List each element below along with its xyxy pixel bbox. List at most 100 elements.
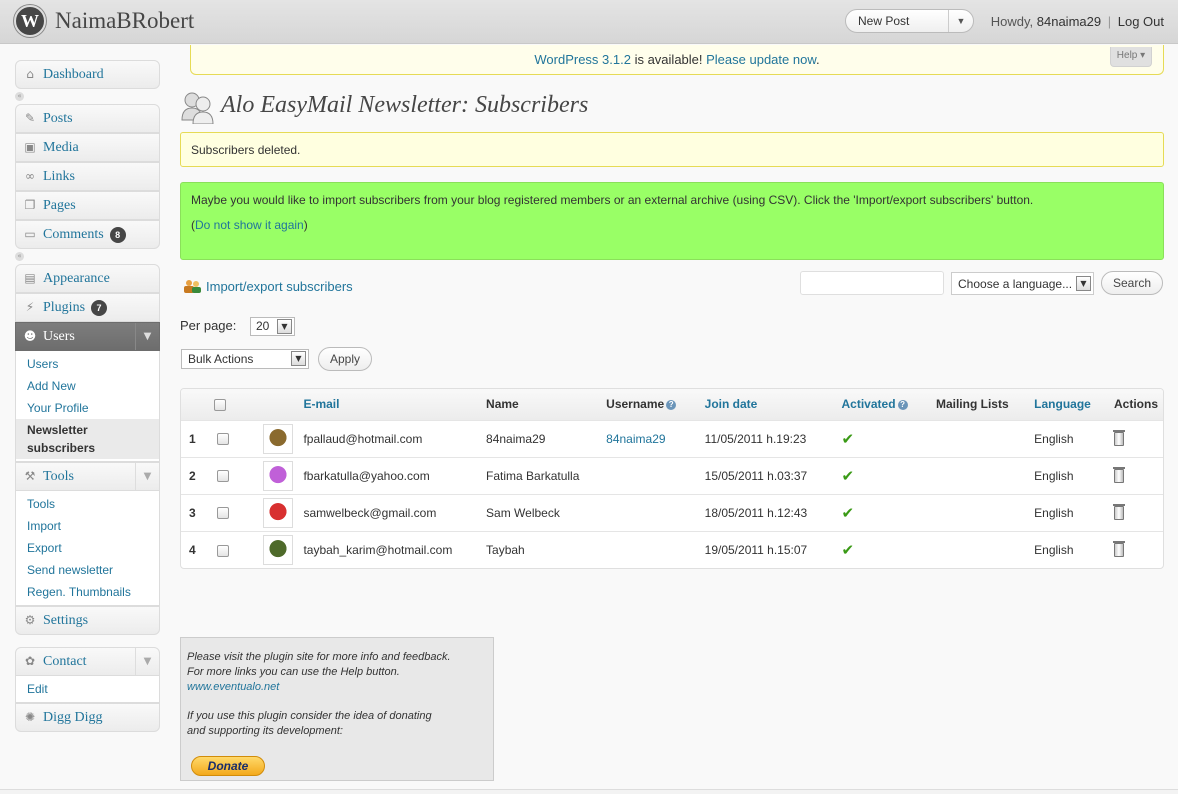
wordpress-version-link[interactable]: WordPress 3.1.2 xyxy=(534,52,631,67)
sidebar-item-media[interactable]: ▣ Media xyxy=(15,133,160,162)
sidebar-item-pages[interactable]: ❐ Pages xyxy=(15,191,160,220)
logout-link[interactable]: Log Out xyxy=(1118,14,1164,29)
sidebar-item-contact[interactable]: ✿ Contact ▼ xyxy=(15,647,160,676)
search-button[interactable]: Search xyxy=(1101,271,1163,295)
column-username: Username? xyxy=(601,389,700,420)
apply-button[interactable]: Apply xyxy=(318,347,372,371)
sidebar-item-tools[interactable]: ⚒ Tools ▼ xyxy=(15,462,160,491)
avatar xyxy=(263,497,294,528)
per-page-label: Per page: xyxy=(180,318,237,333)
users-import-icon xyxy=(184,280,201,293)
menu-separator[interactable]: « xyxy=(15,250,160,262)
subscriber-email: fpallaud@hotmail.com xyxy=(303,431,423,446)
column-email[interactable]: E-mail xyxy=(298,389,481,420)
submenu-item-newsletter-subscribers[interactable]: Newsletter subscribers xyxy=(16,419,159,459)
media-icon: ▣ xyxy=(24,140,36,154)
subscriber-language: English xyxy=(1034,468,1074,483)
help-icon[interactable]: ? xyxy=(666,400,677,411)
subscriber-email: taybah_karim@hotmail.com xyxy=(303,542,453,557)
column-language[interactable]: Language xyxy=(1029,389,1109,420)
submenu-item-tools[interactable]: Tools xyxy=(16,493,159,515)
column-activated[interactable]: Activated? xyxy=(837,389,931,420)
row-checkbox[interactable] xyxy=(216,470,229,483)
language-select[interactable]: Choose a language... ▼ xyxy=(951,272,1094,295)
comments-count-badge: 8 xyxy=(109,226,126,243)
column-join-date[interactable]: Join date xyxy=(700,389,837,420)
search-input[interactable] xyxy=(800,271,944,295)
chain-icon: ∞ xyxy=(25,169,35,183)
avatar xyxy=(263,534,294,565)
chevron-down-icon[interactable]: ▼ xyxy=(291,351,306,366)
donate-button[interactable]: Donate xyxy=(191,756,265,776)
chevron-down-icon[interactable]: ▼ xyxy=(135,323,159,350)
chevron-down-icon[interactable]: ▼ xyxy=(1076,276,1091,291)
activated-check-icon: ✔ xyxy=(841,429,855,448)
chevron-down-icon[interactable]: ▼ xyxy=(135,463,159,490)
subscriber-mailing-lists xyxy=(931,420,1029,457)
import-export-link[interactable]: Import/export subscribers xyxy=(206,279,353,294)
sidebar-item-comments[interactable]: ▭ Comments 8 xyxy=(15,220,160,249)
submenu-item-regen-thumbnails[interactable]: Regen. Thumbnails xyxy=(16,581,159,603)
update-now-link[interactable]: Please update now xyxy=(706,52,816,67)
submenu-item-users[interactable]: Users xyxy=(16,353,159,375)
table-header-row: E-mail Name Username? Join date Activate… xyxy=(181,389,1163,420)
sidebar-item-digg-digg[interactable]: ✺ Digg Digg xyxy=(15,703,160,732)
site-title[interactable]: NaimaBRobert xyxy=(55,8,194,34)
favorite-actions-dropdown[interactable]: New Post ▼ xyxy=(845,9,974,33)
chevron-down-icon[interactable]: ▼ xyxy=(277,319,292,334)
table-row: 2 fbarkatulla@yahoo.com Fatima Barkatulla 1… xyxy=(181,457,1163,494)
submenu-item-edit[interactable]: Edit xyxy=(16,678,159,700)
row-checkbox[interactable] xyxy=(216,544,229,557)
chevron-down-icon[interactable]: ▼ xyxy=(135,648,159,675)
import-suggestion-notice: Maybe you would like to import subscribe… xyxy=(180,182,1164,260)
separator: | xyxy=(1107,14,1112,29)
subscriber-language: English xyxy=(1034,505,1074,520)
trash-icon[interactable] xyxy=(1112,503,1125,520)
help-icon[interactable]: ? xyxy=(897,400,908,411)
trash-icon[interactable] xyxy=(1112,429,1125,446)
avatar xyxy=(263,423,294,454)
bulk-actions-select[interactable]: Bulk Actions ▼ xyxy=(181,349,309,369)
chevron-down-icon[interactable]: ▼ xyxy=(948,10,973,32)
subscribers-table: E-mail Name Username? Join date Activate… xyxy=(180,388,1164,569)
subscriber-username-link[interactable]: 84naima29 xyxy=(606,432,665,446)
info-line: For more links you can use the Help butt… xyxy=(187,666,400,678)
wordpress-logo-icon[interactable]: W xyxy=(14,5,46,37)
submenu-item-your-profile[interactable]: Your Profile xyxy=(16,397,159,419)
trash-icon[interactable] xyxy=(1112,541,1125,558)
table-row: 3 samwelbeck@gmail.com Sam Welbeck 18/05/20… xyxy=(181,494,1163,531)
per-page-select[interactable]: 20 ▼ xyxy=(250,317,295,336)
sidebar-item-posts[interactable]: ✎ Posts xyxy=(15,104,160,133)
sidebar-item-plugins[interactable]: ⚡ Plugins 7 xyxy=(15,293,160,322)
activated-check-icon: ✔ xyxy=(841,466,855,485)
row-checkbox[interactable] xyxy=(216,507,229,520)
subscriber-join-date: 18/05/2011 h.12:43 xyxy=(704,505,808,520)
menu-separator[interactable]: « xyxy=(15,90,160,102)
submenu-item-import[interactable]: Import xyxy=(16,515,159,537)
info-line: and supporting its development: xyxy=(187,725,343,737)
plugin-info-box: Please visit the plugin site for more in… xyxy=(180,637,494,781)
row-checkbox[interactable] xyxy=(216,433,229,446)
trash-icon[interactable] xyxy=(1112,466,1125,483)
plugin-site-link[interactable]: www.eventualo.net xyxy=(187,681,279,693)
howdy-prefix: Howdy, xyxy=(990,14,1034,29)
submenu-item-export[interactable]: Export xyxy=(16,537,159,559)
contact-icon: ✿ xyxy=(24,654,36,668)
select-all-checkbox[interactable] xyxy=(213,399,226,412)
new-post-button[interactable]: New Post xyxy=(858,14,909,28)
update-nag-end: . xyxy=(816,52,820,67)
sidebar-item-appearance[interactable]: ▤ Appearance xyxy=(15,264,160,293)
submenu-item-send-newsletter[interactable]: Send newsletter xyxy=(16,559,159,581)
info-line: Please visit the plugin site for more in… xyxy=(187,651,451,663)
import-export-row: Import/export subscribers xyxy=(182,279,353,294)
import-suggestion-text: Maybe you would like to import subscribe… xyxy=(191,193,1034,207)
sidebar-item-dashboard[interactable]: ⌂ Dashboard xyxy=(15,60,160,89)
submenu-item-add-new[interactable]: Add New xyxy=(16,375,159,397)
sidebar-item-users[interactable]: ☻ Users ▼ xyxy=(15,322,160,351)
dismiss-link[interactable]: Do not show it again xyxy=(195,218,304,232)
help-button[interactable]: Help ▾ xyxy=(1110,47,1152,67)
sidebar-item-settings[interactable]: ⚙ Settings xyxy=(15,606,160,635)
username-link[interactable]: 84naima29 xyxy=(1037,14,1101,29)
sidebar-item-links[interactable]: ∞ Links xyxy=(15,162,160,191)
contact-submenu: Edit xyxy=(15,676,160,703)
